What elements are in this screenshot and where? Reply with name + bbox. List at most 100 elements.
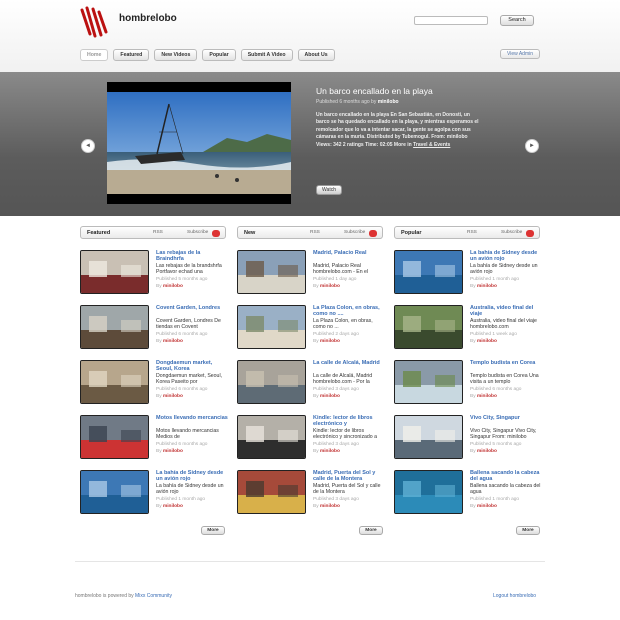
- video-title-link[interactable]: Ballena sacando la cabeza del agua: [470, 470, 542, 483]
- author-link[interactable]: minilobo: [163, 394, 183, 399]
- subscribe-link[interactable]: Subscribe: [501, 230, 522, 235]
- video-title-link[interactable]: La bahía de Sidney desde un avión rojo: [470, 250, 542, 263]
- video-item: Ballena sacando la cabeza del agua Ballen…: [394, 470, 540, 516]
- author-link[interactable]: minilobo: [477, 394, 497, 399]
- video-thumbnail[interactable]: [237, 470, 306, 514]
- video-title-link[interactable]: La bahía de Sidney desde un avión rojo: [156, 470, 228, 483]
- video-author: By minilobo: [470, 339, 497, 344]
- video-thumbnail[interactable]: [80, 360, 149, 404]
- logout-link[interactable]: Logout hombrelobo: [493, 593, 536, 599]
- featured-category-link[interactable]: Travel & Events: [413, 142, 450, 148]
- new-column: New RSS Subscribe Madrid, Palacio Real Madri…: [237, 226, 383, 514]
- video-published: Published 6 months ago: [156, 332, 208, 337]
- nav-popular[interactable]: Popular: [202, 49, 236, 61]
- video-thumbnail[interactable]: [394, 360, 463, 404]
- video-title-link[interactable]: La Plaza Colon, en obras, como no ....: [313, 305, 385, 318]
- author-link[interactable]: minilobo: [477, 504, 497, 509]
- author-link[interactable]: minilobo: [163, 284, 183, 289]
- rss-link[interactable]: RSS: [153, 230, 163, 235]
- carousel-prev-icon[interactable]: ◄: [81, 139, 95, 153]
- author-link[interactable]: minilobo: [477, 449, 497, 454]
- video-title-link[interactable]: Dongdaemun market, Seoul, Korea: [156, 360, 228, 373]
- watch-button[interactable]: Watch: [316, 185, 342, 195]
- subscribe-link[interactable]: Subscribe: [344, 230, 365, 235]
- author-link[interactable]: minilobo: [163, 339, 183, 344]
- carousel-next-icon[interactable]: ►: [525, 139, 539, 153]
- author-link[interactable]: minilobo: [163, 449, 183, 454]
- video-thumbnail[interactable]: [394, 305, 463, 349]
- author-link[interactable]: minilobo: [320, 394, 340, 399]
- rss-link[interactable]: RSS: [310, 230, 320, 235]
- featured-user-link[interactable]: minilobo: [378, 99, 399, 105]
- video-author: By minilobo: [470, 284, 497, 289]
- video-title-link[interactable]: Covent Garden, Londres: [156, 305, 228, 311]
- nav-home[interactable]: Home: [80, 49, 109, 61]
- author-link[interactable]: minilobo: [320, 449, 340, 454]
- video-thumbnail[interactable]: [80, 250, 149, 294]
- video-description: Australia, video final del viaje hombrel…: [470, 318, 537, 331]
- video-description: La bahía de Sidney desde un avión rojo: [470, 263, 538, 276]
- new-more-button[interactable]: More: [359, 526, 383, 535]
- video-title-link[interactable]: Las rebajas de la Braindhrfa: [156, 250, 228, 263]
- video-title-link[interactable]: Vivo City, Singapur: [470, 415, 542, 421]
- view-admin-button[interactable]: View Admin: [500, 49, 540, 59]
- video-thumbnail[interactable]: [237, 250, 306, 294]
- wolf-claw-logo[interactable]: [80, 6, 110, 38]
- nav-new-videos[interactable]: New Videos: [154, 49, 198, 61]
- video-description: Ballena sacando la cabeza del agua: [470, 483, 541, 496]
- video-title-link[interactable]: Motos llevando mercancias: [156, 415, 228, 421]
- video-thumbnail[interactable]: [80, 305, 149, 349]
- video-thumbnail[interactable]: [237, 360, 306, 404]
- video-title-link[interactable]: Madrid, Puerta del Sol y calle de la Mon…: [313, 470, 385, 483]
- video-thumbnail[interactable]: [80, 470, 149, 514]
- video-title-link[interactable]: Australia, video final del viaje: [470, 305, 542, 318]
- featured-video-title[interactable]: Un barco encallado en la playa: [316, 86, 433, 96]
- video-title-link[interactable]: La calle de Alcalá, Madrid: [313, 360, 385, 366]
- column-title[interactable]: Featured: [87, 230, 110, 236]
- author-link[interactable]: minilobo: [163, 504, 183, 509]
- author-link[interactable]: minilobo: [477, 284, 497, 289]
- video-item: Kindle: lector de libros electrónico y Ki…: [237, 415, 383, 461]
- footer-powered-text: hombrelobo is powered by: [75, 593, 134, 599]
- video-author: By minilobo: [313, 449, 340, 454]
- featured-description-text: Un barco encallado en la playa En San Se…: [316, 112, 479, 148]
- subscribe-link[interactable]: Subscribe: [187, 230, 208, 235]
- featured-column-header: Featured RSS Subscribe: [80, 226, 226, 239]
- video-title-link[interactable]: Madrid, Palacio Real: [313, 250, 385, 256]
- video-thumbnail[interactable]: [394, 470, 463, 514]
- video-author: By minilobo: [156, 504, 183, 509]
- video-title-link[interactable]: Templo budista en Corea: [470, 360, 542, 366]
- featured-video-player[interactable]: [107, 82, 291, 204]
- video-thumbnail[interactable]: [394, 250, 463, 294]
- nav-submit-video[interactable]: Submit A Video: [240, 49, 293, 61]
- subscribe-icon[interactable]: [369, 229, 377, 237]
- video-description: La bahía de Sidney desde un avión rojo: [156, 483, 224, 496]
- video-author: By minilobo: [470, 504, 497, 509]
- subscribe-icon[interactable]: [526, 229, 534, 237]
- nav-featured[interactable]: Featured: [113, 49, 150, 61]
- video-title-link[interactable]: Kindle: lector de libros electrónico y: [313, 415, 385, 428]
- nav-about-us[interactable]: About Us: [297, 49, 335, 61]
- column-title[interactable]: New: [244, 230, 255, 236]
- author-link[interactable]: minilobo: [477, 339, 497, 344]
- author-link[interactable]: minilobo: [320, 339, 340, 344]
- video-thumbnail[interactable]: [80, 415, 149, 459]
- video-description: La Plaza Colon, en obras, como no ...: [313, 318, 373, 331]
- video-published: Published 3 days ago: [313, 387, 359, 392]
- site-name[interactable]: hombrelobo: [119, 13, 177, 24]
- popular-more-button[interactable]: More: [516, 526, 540, 535]
- author-link[interactable]: minilobo: [320, 504, 340, 509]
- mixx-community-link[interactable]: Mixx Community: [135, 593, 172, 599]
- video-thumbnail[interactable]: [237, 305, 306, 349]
- rss-link[interactable]: RSS: [467, 230, 477, 235]
- video-thumbnail[interactable]: [394, 415, 463, 459]
- author-link[interactable]: minilobo: [320, 284, 340, 289]
- video-description: Madrid, Palacio Real hombrelobo.com - En…: [313, 263, 370, 276]
- column-title[interactable]: Popular: [401, 230, 421, 236]
- subscribe-icon[interactable]: [212, 229, 220, 237]
- featured-more-button[interactable]: More: [201, 526, 225, 535]
- search-input[interactable]: [414, 16, 488, 25]
- video-author: By minilobo: [156, 394, 183, 399]
- video-thumbnail[interactable]: [237, 415, 306, 459]
- search-button[interactable]: Search: [500, 15, 534, 26]
